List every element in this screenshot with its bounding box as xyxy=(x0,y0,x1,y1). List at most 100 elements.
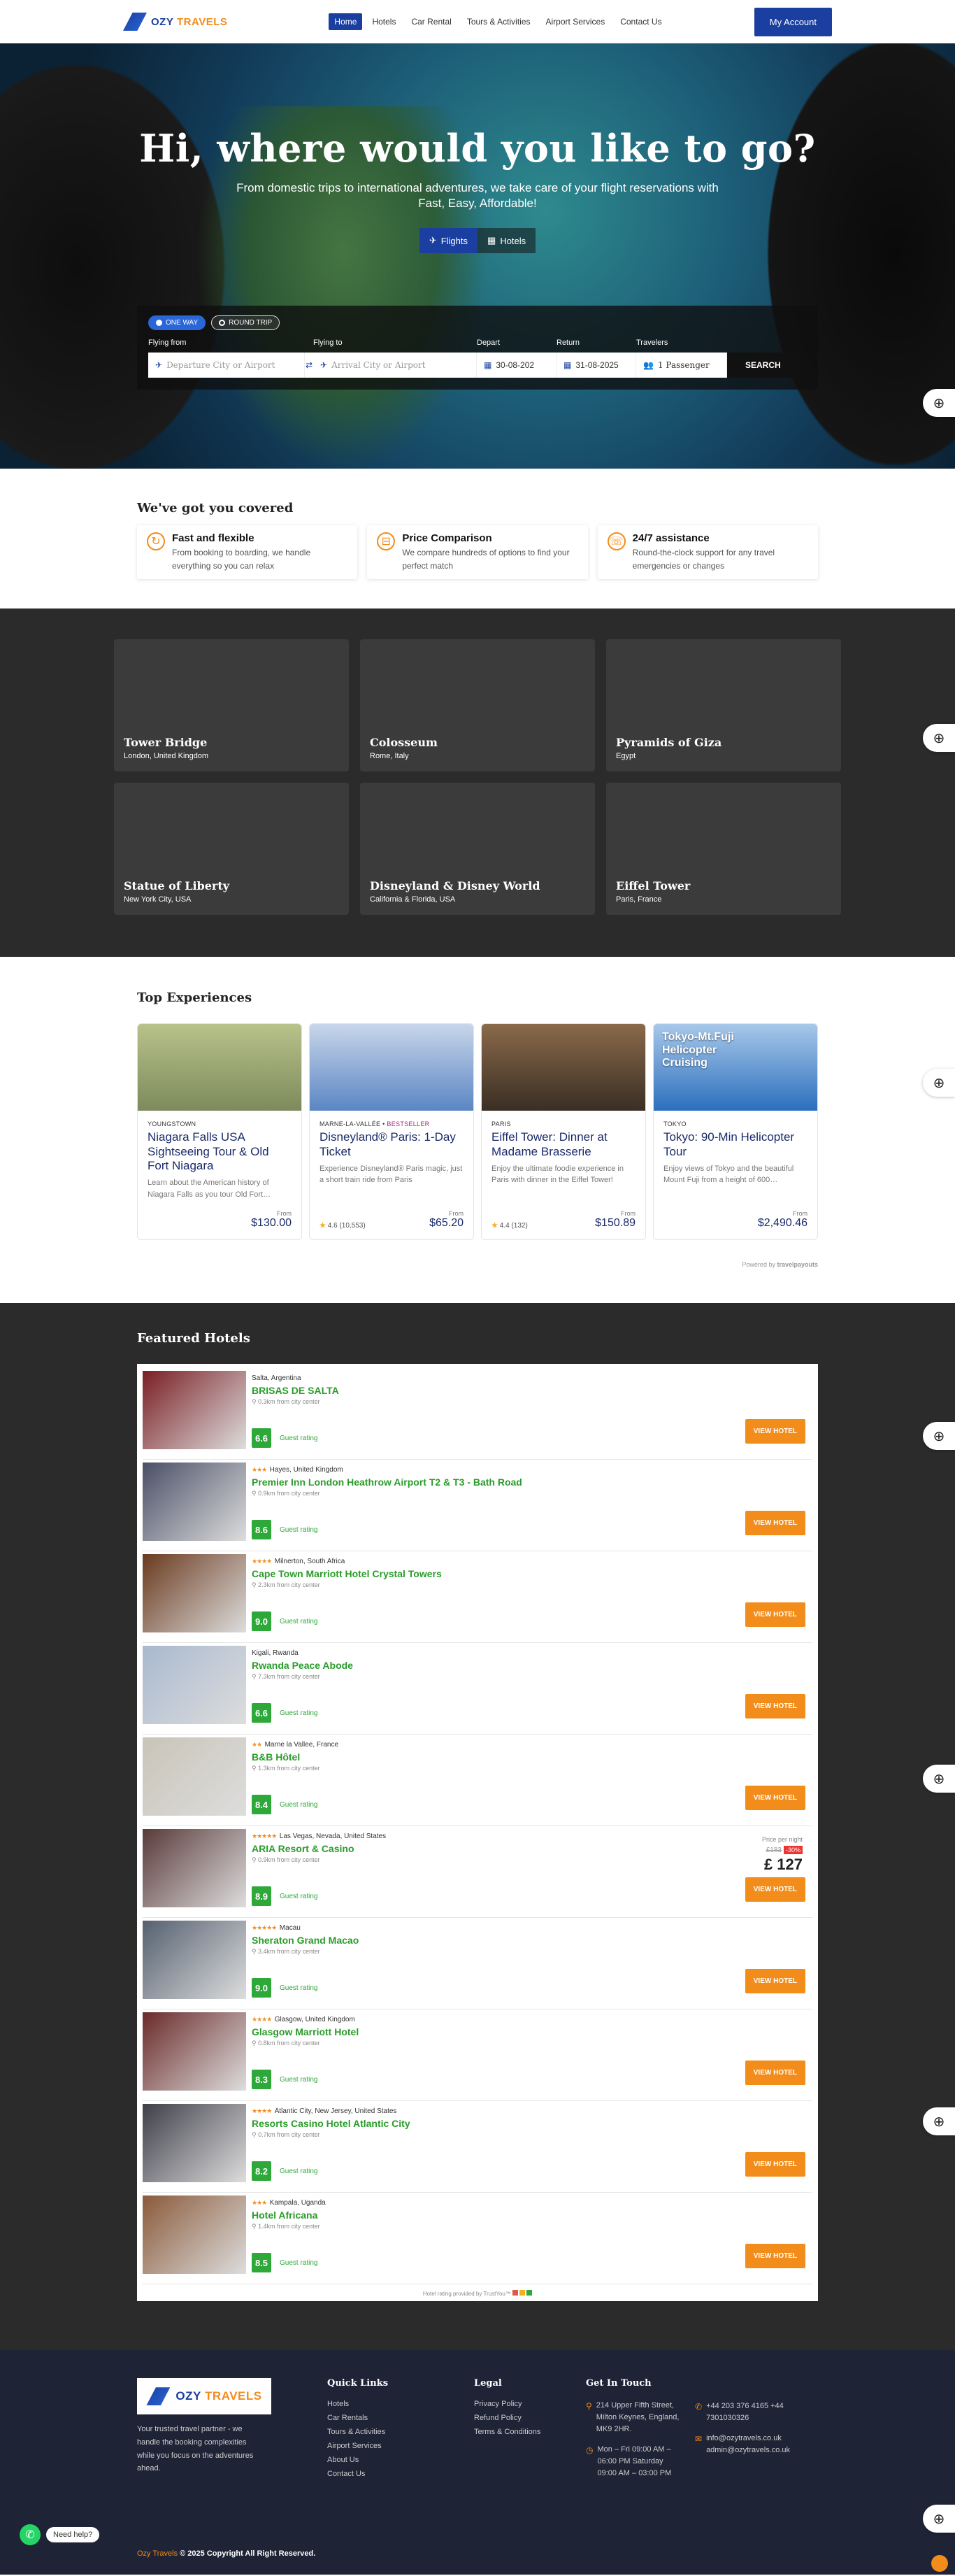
hotel-name[interactable]: ARIA Resort & Casino xyxy=(252,1843,812,1854)
hotel-name[interactable]: Cape Town Marriott Hotel Crystal Towers xyxy=(252,1568,812,1579)
view-hotel-button[interactable]: VIEW HOTEL xyxy=(745,1694,805,1719)
footer-link[interactable]: Airport Services xyxy=(327,2442,432,2450)
experience-card[interactable]: PARIS Eiffel Tower: Dinner at Madame Bras… xyxy=(481,1023,646,1241)
footer-legal-link[interactable]: Refund Policy xyxy=(474,2414,579,2422)
hotel-name[interactable]: BRISAS DE SALTA xyxy=(252,1385,812,1396)
feature-title: Price Comparison xyxy=(402,532,492,544)
zoom-icon[interactable]: ⊕ xyxy=(923,1069,955,1097)
footer-legal-link[interactable]: Terms & Conditions xyxy=(474,2428,579,2436)
arrival-input[interactable]: ✈ Arrival City or Airport xyxy=(313,353,477,378)
footer-legal-link[interactable]: Privacy Policy xyxy=(474,2400,579,2408)
view-hotel-button[interactable]: VIEW HOTEL xyxy=(745,2061,805,2086)
depart-date-input[interactable]: ▦ 30-08-202 xyxy=(477,353,557,378)
hotel-meta: ★★★ Kampala, Uganda xyxy=(252,2196,812,2208)
experience-title[interactable]: Disneyland® Paris: 1-Day Ticket xyxy=(319,1130,464,1159)
footer-link[interactable]: Contact Us xyxy=(327,2470,432,2478)
experience-price: $2,490.46 xyxy=(757,1217,807,1230)
view-hotel-button[interactable]: VIEW HOTEL xyxy=(745,1969,805,1994)
view-hotel-button[interactable]: VIEW HOTEL xyxy=(745,1419,805,1444)
hotel-image[interactable] xyxy=(143,1829,246,1908)
search-button[interactable]: SEARCH xyxy=(727,353,799,378)
footer-link[interactable]: Tours & Activities xyxy=(327,2428,432,2436)
destination-card[interactable]: Statue of Liberty New York City, USA xyxy=(114,783,349,916)
hotel-image[interactable] xyxy=(143,1463,246,1542)
view-hotel-button[interactable]: VIEW HOTEL xyxy=(745,1602,805,1628)
experience-title[interactable]: Niagara Falls USA Sightseeing Tour & Old… xyxy=(148,1130,292,1173)
departure-input[interactable]: ✈ Departure City or Airport xyxy=(148,353,305,378)
destination-card[interactable]: Pyramids of Giza Egypt xyxy=(606,639,841,772)
phone-numbers[interactable]: ✆ +44 203 376 4165 +44 7301030326 xyxy=(695,2400,807,2424)
hotel-row: ★★★★★ Macau Sheraton Grand Macao ⚲ 3.4km f… xyxy=(143,1918,812,2010)
view-hotel-button[interactable]: VIEW HOTEL xyxy=(745,1511,805,1536)
zoom-icon[interactable]: ⊕ xyxy=(923,1765,955,1793)
hotel-image[interactable] xyxy=(143,1737,246,1816)
experience-card[interactable]: MARNE-LA-VALLÉE • BESTSELLER Disneyland® … xyxy=(309,1023,474,1241)
scroll-to-top-icon[interactable] xyxy=(931,2555,948,2573)
round-trip-radio[interactable]: ROUND TRIP xyxy=(211,315,280,330)
return-date-input[interactable]: ▦ 31-08-2025 xyxy=(557,353,636,378)
hotels-title: Featured Hotels xyxy=(137,1331,250,1346)
hotel-rating: 8.2 Guest rating xyxy=(252,2161,317,2182)
hotel-image[interactable] xyxy=(143,1371,246,1450)
hotel-image[interactable] xyxy=(143,2012,246,2091)
nav-item-tours-activities[interactable]: Tours & Activities xyxy=(461,13,536,30)
destination-card[interactable]: Tower Bridge London, United Kingdom xyxy=(114,639,349,772)
footer-link[interactable]: Hotels xyxy=(327,2400,432,2408)
view-hotel-button[interactable]: VIEW HOTEL xyxy=(745,2152,805,2177)
hotel-name[interactable]: Glasgow Marriott Hotel xyxy=(252,2026,812,2037)
destination-card[interactable]: Eiffel Tower Paris, France xyxy=(606,783,841,916)
footer-link[interactable]: About Us xyxy=(327,2456,432,2464)
powered-by-brand[interactable]: travelpayouts xyxy=(777,1261,818,1268)
experience-card[interactable]: Tokyo-Mt.Fuji Helicopter Cruising TOKYO To… xyxy=(653,1023,818,1241)
zoom-icon[interactable]: ⊕ xyxy=(923,389,955,417)
hotel-name[interactable]: Sheraton Grand Macao xyxy=(252,1935,812,1946)
hotel-image[interactable] xyxy=(143,2196,246,2275)
experience-image xyxy=(482,1024,645,1111)
tab-flights[interactable]: ✈ Flights xyxy=(419,228,478,254)
nav-item-car-rental[interactable]: Car Rental xyxy=(405,13,457,30)
destination-card[interactable]: Colosseum Rome, Italy xyxy=(360,639,595,772)
nav-item-contact-us[interactable]: Contact Us xyxy=(615,13,667,30)
hotel-rating: 6.6 Guest rating xyxy=(252,1703,317,1723)
hotel-name[interactable]: Resorts Casino Hotel Atlantic City xyxy=(252,2118,812,2129)
zoom-icon[interactable]: ⊕ xyxy=(923,2505,955,2533)
brand-logo[interactable]: OZY TRAVELS xyxy=(123,13,227,31)
email-addresses[interactable]: ✉ info@ozytravels.co.uk admin@ozytravels.… xyxy=(695,2433,807,2456)
hotel-name[interactable]: Premier Inn London Heathrow Airport T2 &… xyxy=(252,1476,812,1488)
one-way-radio[interactable]: ONE WAY xyxy=(148,315,206,330)
logo-text-accent: TRAVELS xyxy=(177,15,228,28)
my-account-button[interactable]: My Account xyxy=(754,7,832,36)
hotel-name[interactable]: Rwanda Peace Abode xyxy=(252,1660,812,1671)
hotel-image[interactable] xyxy=(143,1921,246,2000)
destination-card[interactable]: Disneyland & Disney World California & Fl… xyxy=(360,783,595,916)
experience-title[interactable]: Tokyo: 90-Min Helicopter Tour xyxy=(663,1130,807,1159)
travelers-select[interactable]: 👥 1 Passenger xyxy=(636,353,727,378)
footer-link[interactable]: Car Rentals xyxy=(327,2414,432,2422)
price-from-label: From xyxy=(277,1210,292,1218)
hotel-distance-text: 0.7km from city center xyxy=(258,2131,320,2139)
swap-icon[interactable]: ⇄ xyxy=(305,353,313,378)
hotel-name[interactable]: Hotel Africana xyxy=(252,2209,812,2221)
nav-item-airport-services[interactable]: Airport Services xyxy=(540,13,611,30)
view-hotel-button[interactable]: VIEW HOTEL xyxy=(745,1786,805,1811)
rating-score: 6.6 xyxy=(252,1428,271,1449)
hotel-image[interactable] xyxy=(143,1554,246,1633)
hotel-name[interactable]: B&B Hôtel xyxy=(252,1751,812,1763)
help-widget[interactable]: ✆ Need help? xyxy=(20,2524,100,2546)
nav-item-home[interactable]: Home xyxy=(329,13,363,30)
discount-badge: -30% xyxy=(783,1846,803,1855)
experience-card[interactable]: YOUNGSTOWN Niagara Falls USA Sightseeing … xyxy=(137,1023,302,1241)
tab-hotels[interactable]: ▦ Hotels xyxy=(478,228,536,253)
view-hotel-button[interactable]: VIEW HOTEL xyxy=(745,1877,805,1902)
zoom-icon[interactable]: ⊕ xyxy=(923,2107,955,2136)
nav-item-hotels[interactable]: Hotels xyxy=(366,13,401,30)
zoom-icon[interactable]: ⊕ xyxy=(923,1422,955,1451)
hotel-distance-text: 3.4km from city center xyxy=(258,1948,320,1956)
hero-subtitle-line1: From domestic trips to international adv… xyxy=(236,181,719,194)
view-hotel-button[interactable]: VIEW HOTEL xyxy=(745,2244,805,2269)
hotel-image[interactable] xyxy=(143,2104,246,2183)
hotel-image[interactable] xyxy=(143,1646,246,1725)
experience-title[interactable]: Eiffel Tower: Dinner at Madame Brasserie xyxy=(491,1130,636,1159)
zoom-icon[interactable]: ⊕ xyxy=(923,724,955,753)
footer-logo[interactable]: OZY TRAVELS xyxy=(137,2378,271,2415)
